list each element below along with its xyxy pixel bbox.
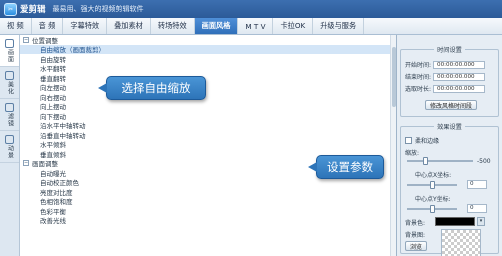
app-logo-icon: ✂ — [4, 2, 17, 16]
effects-tree-list: − 位置调整 自由缩放（画面裁剪） 自由旋转 水平翻转 垂直翻转 向左摆动 向右… — [20, 35, 397, 256]
list-item[interactable]: 亮度对比度 — [20, 187, 396, 197]
sidenav-item-picture[interactable]: 画面 — [0, 35, 19, 67]
center-y-field[interactable]: 0 — [467, 204, 487, 213]
center-y-label: 中心点Y坐标: — [415, 196, 451, 203]
properties-panel: 时间设置 开始时间: 00:00:00.000 结束时间: 00:00:00.0… — [397, 35, 502, 256]
checkbox-icon[interactable] — [405, 137, 412, 144]
time-settings-group: 时间设置 开始时间: 00:00:00.000 结束时间: 00:00:00.0… — [400, 47, 499, 117]
duration-row: 选取时长: 00:00:00.000 — [405, 84, 486, 93]
callout-select-free-zoom: 选择自由缩放 — [98, 76, 206, 100]
tab-transition-effects[interactable]: 转场特效 — [151, 18, 195, 34]
tree-group-position[interactable]: − 位置调整 — [20, 35, 396, 45]
time-settings-title: 时间设置 — [434, 47, 465, 54]
background-image-label: 背景图: — [405, 232, 426, 239]
modify-style-time-button[interactable]: 修改风格时间段 — [425, 100, 477, 110]
app-name: 爱剪辑 — [20, 5, 46, 15]
center-y-slider[interactable] — [407, 205, 457, 213]
waves-icon — [5, 134, 14, 144]
list-item[interactable]: 水平翻转 — [20, 64, 396, 73]
sidenav-item-filter[interactable]: 滤镜 — [0, 99, 19, 131]
chevron-down-icon[interactable]: ▾ — [477, 217, 485, 226]
center-x-label: 中心点X坐标: — [415, 172, 452, 179]
center-x-field[interactable]: 0 — [467, 180, 487, 189]
duration-field: 00:00:00.000 — [433, 84, 486, 93]
tab-video[interactable]: 视 频 — [0, 18, 32, 34]
sidenav-label: 滤镜 — [6, 112, 14, 127]
list-item[interactable]: 向上摆动 — [20, 102, 396, 111]
list-item[interactable]: 自由旋转 — [20, 54, 396, 64]
sidenav-label: 动景 — [6, 144, 14, 159]
background-color-label: 背景色: — [405, 220, 426, 227]
tab-audio[interactable]: 音 频 — [32, 18, 64, 34]
list-item[interactable]: 自由缩放（画面裁剪） — [20, 44, 396, 54]
collapse-icon[interactable]: − — [23, 36, 29, 43]
list-item[interactable]: 沿垂直中轴转动 — [20, 130, 396, 140]
soft-border-label: 柔和边缘 — [415, 138, 440, 145]
scrollbar-thumb[interactable] — [392, 47, 396, 107]
effects-scrollbar[interactable] — [390, 35, 396, 256]
tab-upgrade-service[interactable]: 升级与服务 — [313, 18, 365, 34]
tab-subtitle-effects[interactable]: 字幕特效 — [63, 18, 108, 34]
zoom-value: -500 — [477, 158, 491, 165]
background-image-preview — [441, 229, 481, 256]
title-bar: ✂ 爱剪辑 最易用、强大的视频剪辑软件 — [0, 0, 502, 18]
list-item[interactable]: 色彩平衡 — [20, 206, 396, 216]
sidenav-label: 画面 — [6, 48, 14, 63]
sidenav-item-beautify[interactable]: 美化 — [0, 67, 19, 99]
list-item[interactable]: 色相饱和度 — [20, 197, 396, 206]
tab-mtv[interactable]: M T V — [238, 18, 274, 34]
group-label: 画面调整 — [32, 160, 58, 169]
tab-picture-style[interactable]: 画面风格 — [194, 18, 239, 34]
list-item[interactable]: 向右摆动 — [20, 92, 396, 102]
picture-icon — [5, 38, 14, 48]
list-item[interactable]: 垂直翻转 — [20, 73, 396, 83]
soft-border-checkbox[interactable]: 柔和边缘 — [405, 136, 439, 145]
effect-settings-title: 效果设置 — [434, 124, 465, 131]
start-time-field[interactable]: 00:00:00.000 — [433, 60, 486, 69]
list-item[interactable]: 向下摆动 — [20, 111, 396, 121]
style-category-nav: 画面 美化 滤镜 动景 — [0, 35, 20, 256]
start-time-label: 开始时间: — [405, 62, 432, 69]
background-color-swatch[interactable] — [435, 217, 475, 226]
zoom-slider[interactable] — [407, 157, 473, 165]
tab-karaoke[interactable]: 卡拉OK — [273, 18, 314, 34]
magic-wand-icon — [5, 70, 14, 80]
effect-settings-group: 效果设置 柔和边缘 缩放: -500 中心点X坐标: 0 中心点Y坐标: 0 背… — [400, 124, 499, 256]
center-x-slider-handle[interactable] — [430, 181, 435, 189]
zoom-slider-handle[interactable] — [423, 157, 428, 165]
sidenav-label: 美化 — [6, 80, 14, 95]
tab-overlay-materials[interactable]: 叠加素材 — [107, 18, 151, 34]
list-item[interactable]: 改善光线 — [20, 216, 396, 225]
list-item[interactable]: 向左摆动 — [20, 83, 396, 92]
callout-set-params: 设置参数 — [308, 155, 384, 179]
end-time-label: 结束时间: — [405, 74, 432, 81]
filter-icon — [5, 102, 14, 112]
center-x-slider[interactable] — [407, 181, 457, 189]
start-time-row: 开始时间: 00:00:00.000 — [405, 60, 486, 69]
list-item[interactable]: 水平倾斜 — [20, 140, 396, 149]
end-time-field[interactable]: 00:00:00.000 — [433, 72, 486, 81]
end-time-row: 结束时间: 00:00:00.000 — [405, 72, 486, 81]
sidenav-item-motion[interactable]: 动景 — [0, 131, 19, 163]
duration-label: 选取时长: — [405, 86, 432, 93]
browse-button[interactable]: 浏览 — [405, 241, 427, 251]
app-slogan: 最易用、强大的视频剪辑软件 — [52, 5, 144, 13]
main-tab-bar: 视 频 音 频 字幕特效 叠加素材 转场特效 画面风格 M T V 卡拉OK 升… — [0, 18, 502, 35]
zoom-label: 缩放: — [405, 150, 420, 157]
collapse-icon[interactable]: − — [23, 160, 29, 167]
center-y-slider-handle[interactable] — [430, 205, 435, 213]
list-item[interactable]: 沿水平中轴转动 — [20, 121, 396, 130]
